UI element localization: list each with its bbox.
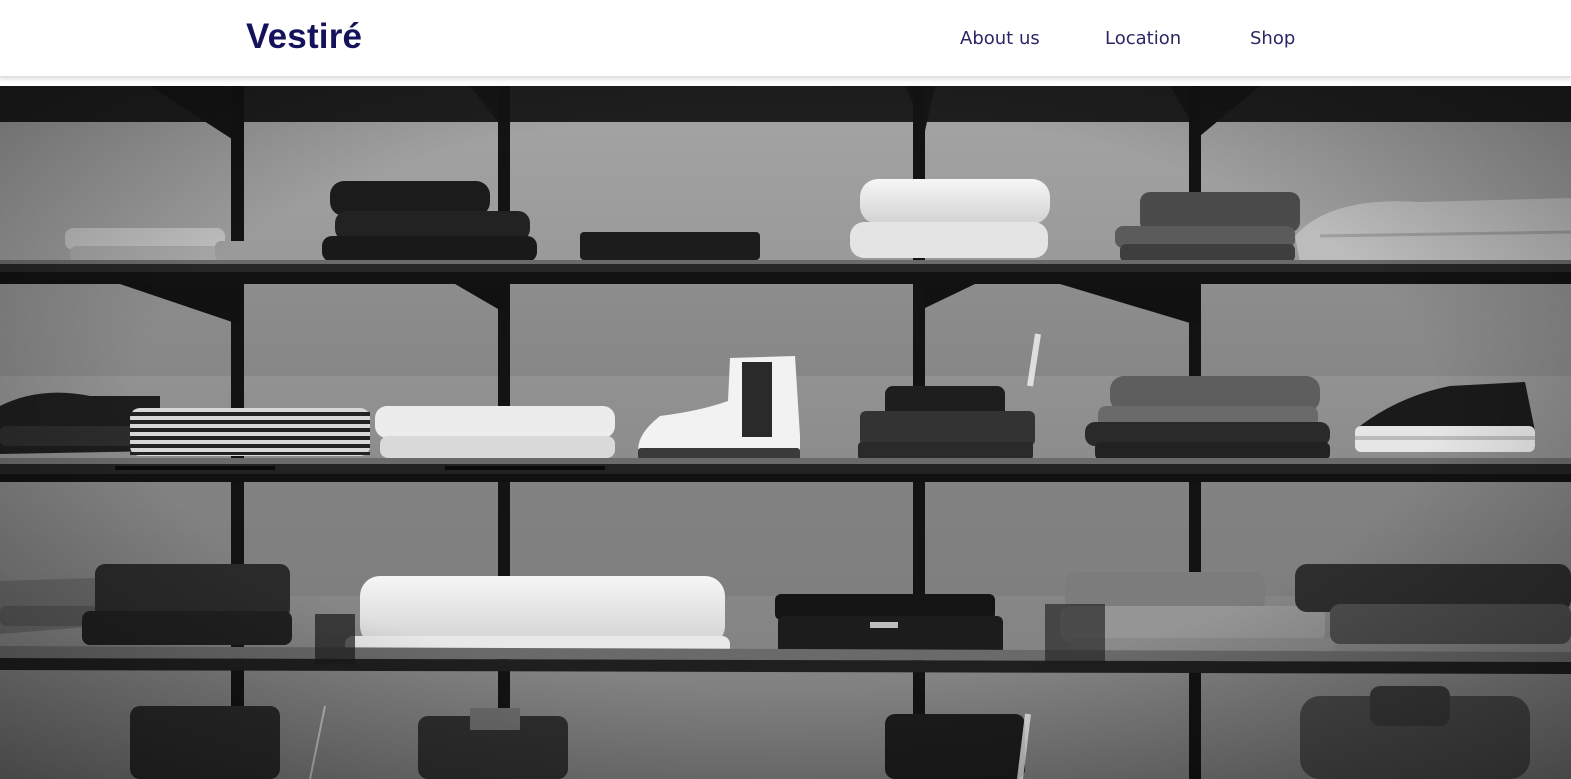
hero-image — [0, 86, 1571, 779]
nav-link-location[interactable]: Location — [1105, 28, 1181, 49]
nav-link-about-us[interactable]: About us — [960, 28, 1040, 49]
main-nav: About us Location Shop — [0, 28, 1571, 52]
clothing-shelves-photo — [0, 86, 1571, 779]
nav-link-shop[interactable]: Shop — [1250, 28, 1295, 49]
top-navbar: Vestiré About us Location Shop — [0, 0, 1571, 78]
